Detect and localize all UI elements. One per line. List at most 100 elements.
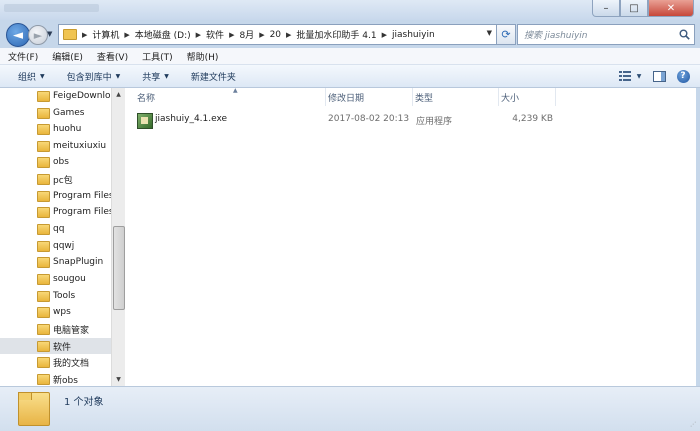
view-dropdown-icon[interactable]: ▼ (634, 68, 644, 84)
forward-arrow-icon[interactable]: ► (28, 25, 48, 45)
tree-item[interactable]: wps (0, 304, 112, 320)
tree-item[interactable]: qq (0, 221, 112, 237)
tree-item-label: meituxiuxiu (53, 141, 107, 151)
breadcrumb-computer[interactable]: 计算机 (92, 28, 119, 41)
folder-icon (37, 223, 50, 235)
menu-file[interactable]: 文件(F) (2, 50, 44, 63)
menu-bar: 文件(F) 编辑(E) 查看(V) 工具(T) 帮助(H) (0, 48, 700, 65)
exe-file-icon (137, 113, 153, 129)
search-icon[interactable] (677, 28, 691, 42)
tree-item[interactable]: meituxiuxiu (0, 138, 112, 154)
search-box[interactable]: 搜索 jiashuiyin (517, 24, 695, 45)
tree-item-label: Program Files (53, 207, 112, 217)
tree-item[interactable]: 电脑管家 (0, 321, 112, 337)
toolbar-right-icons: ▼ ? (610, 68, 692, 84)
chevron-right-icon[interactable]: ▶ (382, 31, 387, 39)
tree-item[interactable]: huohu (0, 121, 112, 137)
column-header-name[interactable]: 名称 ▲ (133, 87, 326, 106)
column-header-date-label: 修改日期 (328, 93, 365, 104)
tree-item[interactable]: obs (0, 154, 112, 170)
maximize-button[interactable]: □ (620, 0, 648, 17)
breadcrumb-20[interactable]: 20 (270, 30, 281, 40)
tree-item[interactable]: SnapPlugin (0, 254, 112, 270)
breadcrumb-jiashuiyin[interactable]: jiashuiyin (392, 30, 435, 40)
help-button[interactable]: ? (674, 68, 692, 84)
help-icon: ? (676, 69, 690, 83)
organize-button[interactable]: 组织 ▼ (10, 70, 53, 83)
folder-icon (37, 256, 50, 268)
close-button[interactable]: ✕ (648, 0, 694, 17)
scrollbar-thumb[interactable] (113, 226, 125, 310)
tree-item[interactable]: FeigeDownloa (0, 88, 112, 104)
folder-icon (63, 29, 77, 40)
tree-item[interactable]: sougou (0, 271, 112, 287)
tree-item[interactable]: qqwj (0, 238, 112, 254)
minimize-button[interactable]: – (592, 0, 620, 17)
tree-item-label: Games (53, 108, 85, 118)
menu-tools[interactable]: 工具(T) (136, 50, 179, 63)
file-name: jiashuiy_4.1.exe (155, 114, 228, 124)
column-header-size[interactable]: 大小 (499, 88, 556, 106)
chevron-right-icon[interactable]: ▶ (82, 31, 87, 39)
address-dropdown-icon[interactable]: ▼ (487, 29, 492, 37)
scroll-down-icon[interactable]: ▼ (112, 373, 125, 386)
folder-icon (37, 306, 50, 318)
chevron-right-icon[interactable]: ▶ (286, 31, 291, 39)
menu-help[interactable]: 帮助(H) (181, 50, 225, 63)
tree-item[interactable]: 我的文档 (0, 354, 112, 370)
column-header-date[interactable]: 修改日期 (326, 88, 413, 106)
include-in-library-button[interactable]: 包含到库中 ▼ (59, 70, 129, 83)
folder-icon (18, 392, 50, 426)
details-pane: 1 个对象 ⋰ (0, 386, 700, 431)
folder-icon (37, 290, 50, 302)
breadcrumb-august[interactable]: 8月 (239, 28, 254, 41)
chevron-right-icon[interactable]: ▶ (196, 31, 201, 39)
tree-item[interactable]: Program Files (0, 188, 112, 204)
title-bar[interactable]: – □ ✕ (0, 0, 700, 20)
breadcrumb-software[interactable]: 软件 (206, 28, 224, 41)
chevron-right-icon[interactable]: ▶ (124, 31, 129, 39)
tree-item-label: 新obs (53, 375, 78, 386)
scroll-up-icon[interactable]: ▲ (112, 88, 125, 101)
folder-icon (37, 140, 50, 152)
table-row[interactable]: jiashuiy_4.1.exe 2017-08-02 20:13 应用程序 4… (133, 112, 563, 129)
breadcrumb-drive-d[interactable]: 本地磁盘 (D:) (135, 28, 191, 41)
breadcrumb-watermark-tool[interactable]: 批量加水印助手 4.1 (296, 28, 376, 41)
tree-item[interactable]: Program Files (0, 204, 112, 220)
tree-item[interactable]: Games (0, 105, 112, 121)
new-folder-button[interactable]: 新建文件夹 (183, 70, 244, 83)
item-count: 1 个对象 (64, 397, 104, 408)
tree-item[interactable]: 新obs (0, 371, 112, 386)
column-header-size-label: 大小 (501, 93, 520, 104)
back-arrow-icon[interactable]: ◄ (6, 23, 30, 47)
navigation-scrollbar[interactable]: ▲ ▼ (111, 88, 125, 386)
column-header-type-label: 类型 (415, 93, 434, 104)
tree-item-label: pc包 (53, 175, 73, 186)
folder-icon (37, 240, 50, 252)
preview-pane-icon[interactable] (650, 68, 668, 84)
refresh-icon[interactable]: ⟳ (496, 24, 516, 45)
chevron-right-icon[interactable]: ▶ (229, 31, 234, 39)
navigation-pane[interactable]: FeigeDownloa Games huohu meituxiuxiu obs… (0, 88, 125, 386)
column-header-type[interactable]: 类型 (413, 88, 499, 106)
share-button[interactable]: 共享 ▼ (134, 70, 177, 83)
search-input[interactable]: 搜索 jiashuiyin (524, 28, 677, 41)
file-date: 2017-08-02 20:13 (328, 114, 410, 124)
navigation-row: ◄ ► ▼ ▶ 计算机 ▶ 本地磁盘 (D:) ▶ 软件 ▶ 8月 ▶ 20 ▶… (0, 20, 700, 48)
resize-grip-icon[interactable]: ⋰ (690, 421, 698, 429)
tree-item-label: huohu (53, 124, 82, 134)
folder-icon (37, 356, 50, 368)
view-options-icon[interactable] (616, 68, 634, 84)
tree-item[interactable]: Tools (0, 288, 112, 304)
menu-view[interactable]: 查看(V) (91, 50, 134, 63)
tree-item[interactable]: pc包 (0, 171, 112, 187)
menu-edit[interactable]: 编辑(E) (46, 50, 89, 63)
folder-icon (37, 123, 50, 135)
recent-pages-dropdown-icon[interactable]: ▼ (47, 30, 57, 40)
chevron-right-icon[interactable]: ▶ (259, 31, 264, 39)
folder-icon (37, 90, 50, 102)
tree-item-selected[interactable]: 软件 (0, 338, 112, 354)
explorer-window: – □ ✕ ◄ ► ▼ ▶ 计算机 ▶ 本地磁盘 (D:) ▶ 软件 ▶ 8月 … (0, 0, 700, 431)
address-bar[interactable]: ▶ 计算机 ▶ 本地磁盘 (D:) ▶ 软件 ▶ 8月 ▶ 20 ▶ 批量加水印… (58, 24, 497, 45)
file-list[interactable]: 名称 ▲ 修改日期 类型 大小 jiashuiy_4.1.exe 2017-08… (125, 87, 696, 386)
